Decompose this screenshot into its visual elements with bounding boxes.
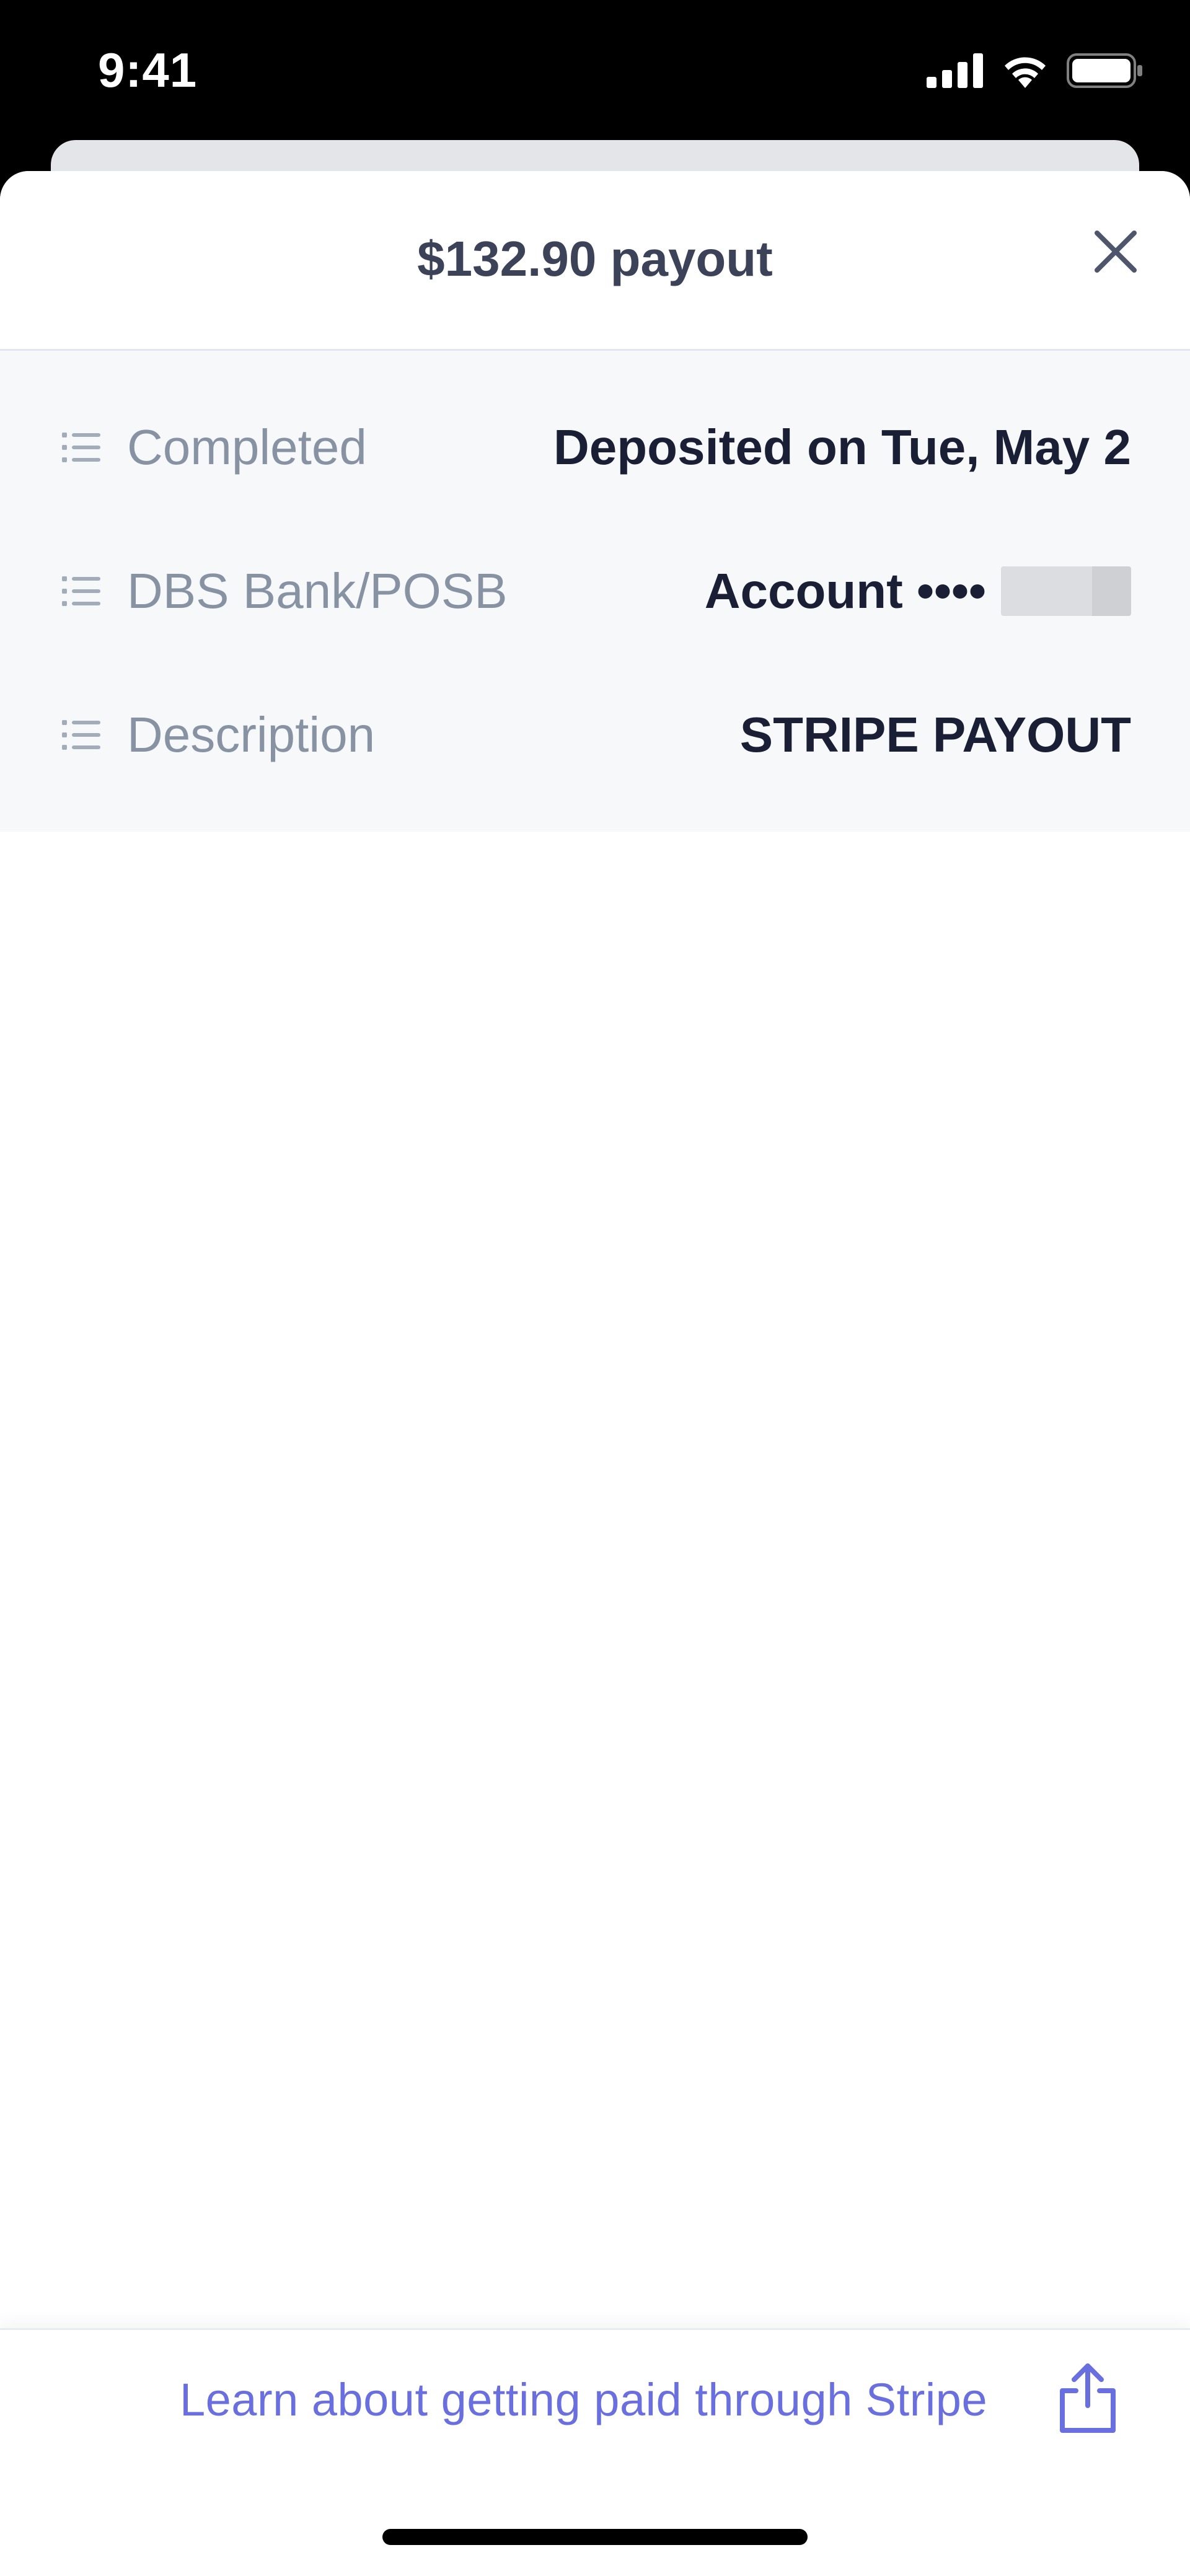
- sheet-header: $132.90 payout: [0, 171, 1190, 351]
- sheet-title: $132.90 payout: [417, 231, 773, 286]
- detail-value: STRIPE PAYOUT: [740, 706, 1131, 763]
- sheet-footer: Learn about getting paid through Stripe: [0, 2328, 1190, 2576]
- detail-row-bank: DBS Bank/POSB Account ••••: [0, 519, 1190, 663]
- status-bar: 9:41: [0, 0, 1190, 143]
- status-icons: [927, 52, 1144, 92]
- deposit-date-value: Deposited on Tue, May 2: [553, 420, 1131, 475]
- payout-sheet: $132.90 payout Completed Deposited on Tu…: [0, 171, 1190, 2576]
- cellular-signal-icon: [927, 53, 984, 91]
- detail-row-status: Completed Deposited on Tue, May 2: [0, 376, 1190, 519]
- share-button[interactable]: [1054, 2361, 1122, 2435]
- battery-icon: [1067, 52, 1144, 92]
- wifi-icon: [1000, 52, 1051, 92]
- list-icon: [62, 719, 100, 751]
- detail-value: Deposited on Tue, May 2: [553, 419, 1131, 476]
- detail-value: Account ••••: [705, 563, 1131, 620]
- share-icon: [1054, 2363, 1122, 2438]
- close-icon: [1093, 229, 1138, 277]
- status-time: 9:41: [98, 43, 198, 97]
- list-icon: [62, 575, 100, 607]
- close-button[interactable]: [1085, 222, 1147, 284]
- description-value: STRIPE PAYOUT: [739, 707, 1131, 762]
- account-value: Account ••••: [704, 563, 986, 618]
- detail-label: Description: [127, 707, 376, 762]
- detail-label: DBS Bank/POSB: [127, 563, 508, 618]
- detail-row-description: Description STRIPE PAYOUT: [0, 663, 1190, 807]
- learn-more-link[interactable]: Learn about getting paid through Stripe: [180, 2373, 987, 2426]
- home-indicator: [382, 2529, 808, 2545]
- payout-details: Completed Deposited on Tue, May 2 DBS Ba…: [0, 351, 1190, 832]
- redacted-account-number: [1001, 566, 1131, 616]
- list-icon: [62, 431, 100, 464]
- detail-label: Completed: [127, 420, 367, 475]
